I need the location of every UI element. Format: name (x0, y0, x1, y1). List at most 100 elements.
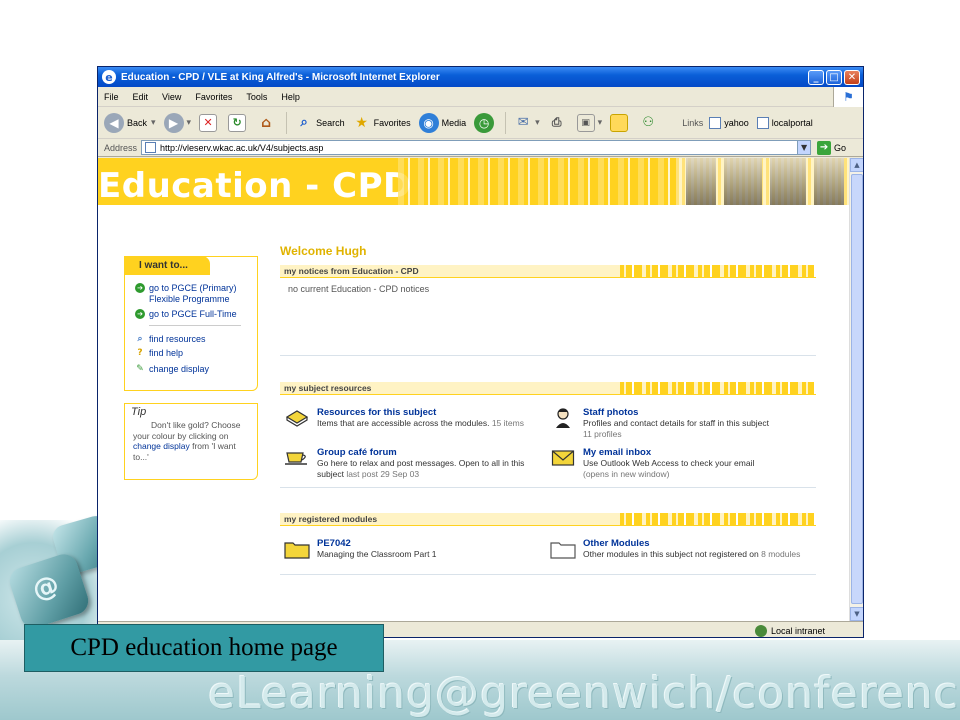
resource-meta: (opens in new window) (583, 468, 670, 479)
link-find-resources[interactable]: ⌕ find resources (135, 334, 206, 345)
scroll-up-button[interactable]: ▲ (850, 158, 863, 172)
mail-button[interactable]: ✉ ▾ (514, 114, 540, 132)
vertical-scrollbar[interactable]: ▲ ▼ (849, 158, 863, 621)
notices-header: my notices from Education - CPD (280, 265, 816, 278)
link-yahoo[interactable]: yahoo (709, 116, 749, 129)
page-icon (709, 116, 722, 129)
resource-item: Resources for this subject Items that ar… (284, 407, 544, 429)
menu-view[interactable]: View (162, 92, 181, 102)
resource-title-link[interactable]: My email inbox (583, 447, 754, 458)
print-button[interactable]: ⎙ (548, 114, 569, 132)
printer-icon: ⎙ (551, 115, 562, 129)
banner-photos (676, 158, 849, 205)
divider (149, 325, 241, 326)
module-title-link[interactable]: Other Modules (583, 538, 800, 549)
history-button[interactable]: ◷ (474, 112, 497, 133)
address-input[interactable]: http://vleserv.wkac.ac.uk/V4/subjects.as… (141, 140, 812, 155)
link-change-display[interactable]: ✎ change display (135, 364, 209, 375)
tip-change-display-link[interactable]: change display (133, 441, 190, 451)
scroll-thumb[interactable] (851, 174, 863, 604)
forward-arrow-icon: ▶ (163, 112, 184, 133)
conference-title: eLearning@greenwich/conference (208, 668, 960, 719)
intranet-zone-icon (754, 624, 767, 637)
resource-desc-text: Items that are accessible across the mod… (317, 418, 490, 428)
module-description: Other modules in this subject not regist… (583, 549, 800, 560)
toolbar-divider (286, 111, 288, 134)
scroll-down-button[interactable]: ▼ (850, 607, 863, 621)
link-find-help-label: find help (149, 348, 184, 358)
notices-heading: my notices from Education - CPD (284, 266, 419, 276)
maximize-button[interactable]: □ (826, 69, 842, 85)
messenger-icon: ⚇ (642, 115, 655, 130)
magnifier-icon: ⌕ (137, 334, 143, 344)
media-button[interactable]: ◉ Media (418, 112, 466, 133)
media-globe-icon: ◉ (418, 112, 439, 133)
go-button[interactable]: ➔ Go (817, 140, 846, 155)
go-arrow-icon: ➔ (135, 283, 145, 293)
edit-button[interactable]: ▣ ▾ (576, 113, 603, 132)
ie-logo-icon: e (102, 70, 116, 84)
search-button[interactable]: ⌕ Search (295, 114, 344, 132)
home-button[interactable]: ⌂ (257, 114, 278, 132)
resource-title-link[interactable]: Staff photos (583, 407, 769, 418)
header-stripes (620, 265, 816, 277)
header-stripes (620, 382, 816, 394)
welcome-heading: Welcome Hugh (280, 244, 367, 258)
menu-tools[interactable]: Tools (246, 92, 267, 102)
site-banner: Education - CPD (98, 158, 849, 205)
back-arrow-icon: ◀ (104, 112, 124, 133)
resource-meta: last post 29 Sep 03 (346, 468, 420, 479)
edit-page-icon: ▣ (576, 113, 595, 132)
resource-title-link[interactable]: Resources for this subject (317, 407, 524, 418)
back-label: Back (127, 117, 148, 128)
address-url: http://vleserv.wkac.ac.uk/V4/subjects.as… (160, 142, 324, 153)
envelope-icon (550, 447, 576, 469)
stop-button[interactable]: ✕ (199, 113, 220, 132)
back-button[interactable]: ◀ Back ▾ (104, 112, 156, 133)
address-dropdown-button[interactable]: ▼ (797, 141, 811, 154)
history-clock-icon: ◷ (474, 112, 495, 133)
subject-resources-heading: my subject resources (284, 383, 372, 393)
favorites-button[interactable]: ★ Favorites (353, 114, 410, 132)
link-localportal-label: localportal (771, 117, 813, 128)
link-find-help[interactable]: ? find help (135, 348, 183, 359)
dropdown-arrow-icon: ▾ (186, 117, 192, 127)
module-meta: 8 modules (761, 549, 801, 559)
messenger-button[interactable]: ⚇ (639, 114, 660, 132)
refresh-button[interactable]: ↻ (228, 113, 249, 132)
dropdown-arrow-icon: ▾ (151, 117, 156, 127)
forward-button[interactable]: ▶ ▾ (163, 112, 192, 133)
window-title: Education - CPD / VLE at King Alfred's -… (121, 71, 440, 83)
link-find-resources-label: find resources (149, 334, 206, 344)
discuss-button[interactable] (610, 113, 631, 132)
menu-bar: File Edit View Favorites Tools Help ⚑ (98, 87, 863, 107)
tip-text-body: Don't like gold? Choose your colour by c… (133, 420, 253, 462)
resource-item: My email inbox Use Outlook Web Access to… (550, 447, 816, 479)
minimize-button[interactable]: _ (808, 69, 824, 85)
i-want-to-panel: I want to... ➔ go to PGCE (Primary) Flex… (124, 256, 258, 391)
menu-favorites[interactable]: Favorites (195, 92, 232, 102)
resource-title-link[interactable]: Group café forum (317, 447, 548, 458)
resource-desc-text: Profiles and contact details for staff i… (583, 418, 769, 428)
module-item: PE7042 Managing the Classroom Part 1 (284, 538, 544, 560)
title-bar[interactable]: e Education - CPD / VLE at King Alfred's… (98, 67, 863, 87)
link-pgce-fulltime[interactable]: ➔ go to PGCE Full-Time (135, 309, 237, 320)
menu-file[interactable]: File (104, 92, 119, 102)
link-localportal[interactable]: localportal (756, 116, 813, 129)
banner-photo (686, 158, 716, 205)
close-button[interactable]: ✕ (844, 69, 860, 85)
menu-edit[interactable]: Edit (133, 92, 149, 102)
toolbar: ◀ Back ▾ ▶ ▾ ✕ ↻ ⌂ ⌕ Search ★ Favorites … (98, 107, 863, 139)
link-change-display-label: change display (149, 364, 210, 374)
banner-photo (814, 158, 844, 205)
resource-item: Group café forum Go here to relax and po… (284, 447, 548, 479)
resource-desc-text: Use Outlook Web Access to check your ema… (583, 458, 755, 468)
module-title-link[interactable]: PE7042 (317, 538, 437, 549)
home-icon: ⌂ (261, 114, 272, 131)
dropdown-arrow-icon: ▾ (597, 117, 603, 127)
links-label: Links (682, 117, 704, 128)
modules-header: my registered modules (280, 513, 816, 526)
star-icon: ★ (355, 114, 368, 131)
menu-help[interactable]: Help (281, 92, 300, 102)
link-pgce-primary[interactable]: ➔ go to PGCE (Primary) Flexible Programm… (135, 283, 253, 305)
